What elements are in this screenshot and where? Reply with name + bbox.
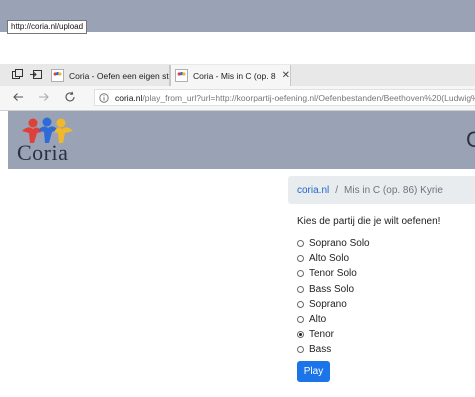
tab-mis-in-c[interactable]: Coria - Mis in C (op. 86) ✕ — [170, 65, 291, 86]
address-input[interactable]: coria.nl /play_from_url?url=http://koorp… — [94, 89, 475, 106]
part-option-alto[interactable]: Alto — [297, 312, 370, 327]
radio-label: Alto Solo — [309, 253, 350, 265]
part-option-tenor[interactable]: Tenor — [297, 327, 370, 342]
radio-label: Tenor Solo — [309, 268, 357, 280]
url-domain: coria.nl — [115, 92, 143, 103]
coria-favicon-icon — [51, 69, 64, 82]
back-arrow-icon[interactable] — [11, 90, 25, 104]
url-path: /play_from_url?url=http://koorpartij-oef… — [142, 92, 475, 103]
radio-button[interactable] — [297, 346, 304, 354]
part-option-alto-solo[interactable]: Alto Solo — [297, 251, 370, 266]
part-option-bass-solo[interactable]: Bass Solo — [297, 282, 370, 297]
tab-oefen[interactable]: Coria - Oefen een eigen stu — [47, 65, 170, 86]
tab-actions-icon[interactable] — [11, 68, 23, 80]
radio-label: Soprano Solo — [309, 238, 370, 250]
radio-label: Soprano — [309, 298, 347, 310]
part-prompt: Kies de partij die je wilt oefenen! — [297, 216, 441, 227]
part-option-soprano-solo[interactable]: Soprano Solo — [297, 236, 370, 251]
part-option-tenor-solo[interactable]: Tenor Solo — [297, 266, 370, 281]
status-url-tooltip: http://coria.nl/upload — [7, 20, 88, 34]
radio-button[interactable] — [297, 300, 304, 308]
breadcrumb-current: Mis in C (op. 86) Kyrie — [344, 184, 443, 196]
refresh-icon[interactable] — [63, 90, 77, 104]
radio-button[interactable] — [297, 255, 304, 263]
info-icon[interactable] — [99, 92, 109, 103]
radio-button[interactable] — [297, 270, 304, 278]
tab-title: Coria - Oefen een eigen stu — [69, 70, 169, 81]
play-button[interactable]: Play — [297, 361, 330, 382]
breadcrumb-separator: / — [335, 184, 339, 196]
coria-favicon-icon — [175, 69, 188, 82]
site-header — [8, 111, 475, 169]
radio-button[interactable] — [297, 240, 304, 248]
radio-button-selected[interactable] — [297, 331, 304, 339]
close-tab-icon[interactable]: ✕ — [282, 70, 290, 81]
radio-label: Tenor — [309, 329, 335, 341]
forward-arrow-icon[interactable] — [37, 90, 51, 104]
logo-text: Coria — [17, 140, 69, 165]
breadcrumb-home-link[interactable]: coria.nl — [297, 185, 329, 196]
part-option-bass[interactable]: Bass — [297, 342, 370, 357]
header-nav-text: C — [466, 127, 475, 152]
set-aside-tabs-icon[interactable] — [30, 68, 42, 80]
tab-bar: Coria - Oefen een eigen stu Coria - Mis … — [0, 64, 475, 146]
radio-label: Alto — [309, 314, 327, 326]
tab-title: Coria - Mis in C (op. 86) — [193, 70, 276, 81]
breadcrumb: coria.nl / Mis in C (op. 86) Kyrie — [288, 176, 475, 204]
part-radio-group: Soprano Solo Alto Solo Tenor Solo Bass S… — [297, 236, 370, 358]
radio-button[interactable] — [297, 285, 304, 293]
radio-label: Bass Solo — [309, 283, 355, 295]
part-option-soprano[interactable]: Soprano — [297, 297, 370, 312]
radio-label: Bass — [309, 344, 332, 356]
radio-button[interactable] — [297, 316, 304, 324]
